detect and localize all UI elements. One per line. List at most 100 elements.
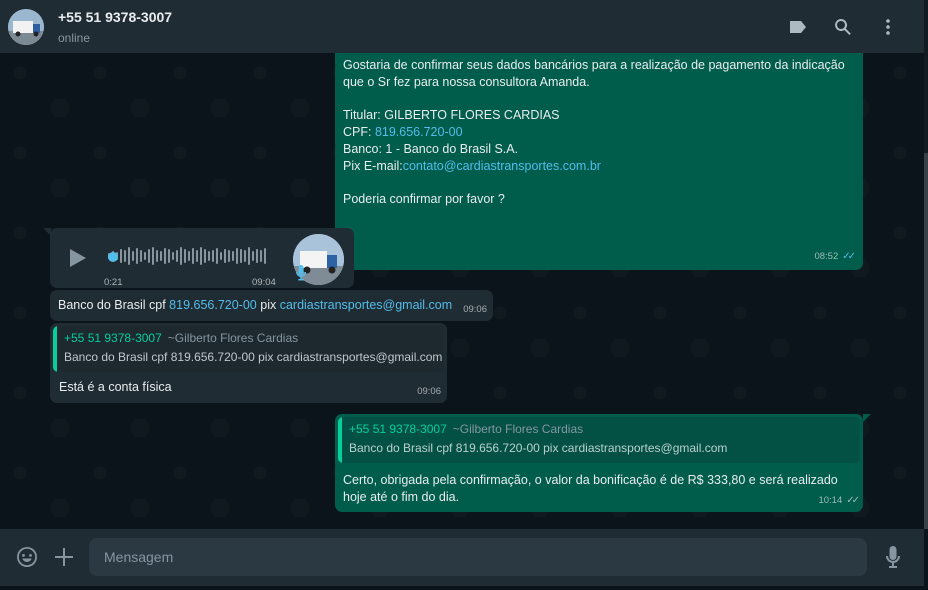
pix-line: Pix E-mail:contato@cardiastransportes.co… [343, 158, 853, 175]
cpf-link[interactable]: 819.656.720-00 [375, 125, 463, 139]
double-check-icon: ✓✓ [846, 495, 860, 506]
waveform-bar [212, 250, 214, 262]
waveform-bar [168, 249, 170, 263]
quote-text: Banco do Brasil cpf 819.656.720-00 pix c… [64, 350, 443, 364]
message-text-line: Certo, obrigada pela confirmação, o valo… [343, 473, 838, 487]
waveform-bar [252, 251, 254, 261]
waveform-bar [188, 251, 190, 261]
double-check-icon: ✓✓ [842, 251, 856, 262]
chat-header: +55 51 9378-3007 online [0, 0, 924, 53]
waveform-bar [264, 248, 266, 264]
incoming-reply-message[interactable]: +55 51 9378-3007 ~Gilberto Flores Cardias… [50, 323, 447, 403]
menu-button[interactable] [876, 15, 900, 39]
waveform-bar [228, 250, 230, 262]
waveform-bar [192, 248, 194, 264]
waveform-bar [236, 248, 238, 264]
holder-line: Titular: GILBERTO FLORES CARDIAS [343, 108, 560, 122]
waveform-bar [120, 249, 122, 263]
quoted-message[interactable]: +55 51 9378-3007 ~Gilberto Flores Cardias… [53, 326, 444, 372]
bubble-tail [863, 414, 871, 422]
label-icon [790, 20, 806, 33]
waveform-bar [204, 249, 206, 263]
email-link[interactable]: cardiastransportes@gmail.com [280, 298, 452, 312]
voice-message[interactable]: 0:21 09:04 [50, 228, 354, 288]
waveform-bar [124, 250, 126, 262]
message-input[interactable] [89, 538, 867, 576]
message-time: 09:06 [463, 304, 487, 315]
cpf-link[interactable]: 819.656.720-00 [169, 298, 257, 312]
waveform-bar [244, 250, 246, 262]
waveform-bar [232, 251, 234, 261]
message-time: 10:14 ✓✓ [818, 492, 860, 509]
contact-avatar[interactable] [8, 8, 44, 45]
waveform-bar [164, 248, 166, 264]
message-text: Banco do Brasil cpf [58, 298, 170, 312]
waveform-bar [172, 252, 174, 260]
bank-line: Banco: 1 - Banco do Brasil S.A. [343, 142, 519, 156]
composer [0, 529, 924, 586]
message-text: pix [256, 298, 280, 312]
incoming-message[interactable]: Banco do Brasil cpf 819.656.720-00 pix c… [50, 290, 493, 321]
pix-label: Pix E-mail: [343, 159, 403, 173]
waveform-bar [132, 251, 134, 261]
message-text: Está é a conta física [59, 380, 172, 394]
outgoing-message[interactable]: Gostaria de confirmar seus dados bancári… [335, 53, 863, 270]
message-time: 08:52 ✓✓ [814, 248, 856, 265]
quote-author: +55 51 9378-3007 ~Gilberto Flores Cardias [349, 421, 852, 438]
audio-waveform[interactable] [108, 246, 268, 266]
quoted-message[interactable]: +55 51 9378-3007 ~Gilberto Flores Cardias… [338, 417, 860, 463]
waveform-bar [224, 249, 226, 263]
contact-info[interactable]: +55 51 9378-3007 online [58, 8, 172, 46]
contact-status: online [58, 30, 91, 45]
scrollbar-thumb[interactable] [924, 153, 928, 529]
waveform-bar [256, 249, 258, 263]
waveform-bar [136, 248, 138, 264]
emoji-button[interactable] [14, 544, 40, 570]
waveform-bar [196, 250, 198, 262]
mic-icon [886, 546, 900, 568]
waveform-bar [208, 251, 210, 261]
time-label: 10:14 [818, 495, 843, 506]
message-time: 09:04 [252, 277, 276, 288]
message-text: Certo, obrigada pela confirmação, o valo… [338, 463, 860, 506]
waveform-bar [148, 249, 150, 263]
plus-icon [55, 548, 73, 566]
header-actions [765, 15, 900, 39]
pix-email-link[interactable]: contato@cardiastransportes.com.br [403, 159, 601, 173]
waveform-bar [176, 250, 178, 262]
play-button[interactable] [69, 248, 87, 273]
voice-record-button[interactable] [880, 544, 906, 570]
quote-author-number: +55 51 9378-3007 [64, 331, 162, 345]
window-edge [924, 0, 928, 53]
message-text-line: hoje até o fim do dia. [343, 490, 460, 504]
message-text-line: que o Sr fez para nossa consultora Amand… [343, 75, 590, 89]
time-label: 08:52 [814, 251, 839, 262]
message-time: 09:06 [417, 386, 441, 397]
contact-name: +55 51 9378-3007 [58, 8, 173, 25]
waveform-bar [152, 247, 154, 265]
question-line: Poderia confirmar por favor ? [343, 192, 505, 206]
waveform-bar [248, 247, 250, 265]
search-button[interactable] [831, 15, 855, 39]
quote-text: Banco do Brasil cpf 819.656.720-00 pix c… [349, 441, 728, 455]
waveform-bar [160, 251, 162, 261]
waveform-bar [200, 247, 202, 265]
message-list[interactable]: Gostaria de confirmar seus dados bancári… [0, 53, 924, 529]
audio-duration: 0:21 [104, 277, 123, 288]
quote-author-name: ~Gilberto Flores Cardias [452, 422, 584, 436]
waveform-bar [156, 250, 158, 262]
waveform-bar [180, 247, 182, 265]
waveform-bar [216, 248, 218, 264]
quote-author-name: ~Gilberto Flores Cardias [167, 331, 299, 345]
mic-icon [295, 265, 307, 286]
attach-button[interactable] [51, 544, 77, 570]
waveform-bar [240, 249, 242, 263]
menu-icon [886, 18, 890, 35]
waveform-bar [220, 252, 222, 260]
cpf-label: CPF: [343, 125, 375, 139]
waveform-bar [260, 250, 262, 262]
quote-author: +55 51 9378-3007 ~Gilberto Flores Cardias [64, 330, 436, 347]
audio-progress-knob[interactable] [108, 252, 118, 262]
label-button[interactable] [786, 15, 810, 39]
outgoing-reply-message[interactable]: +55 51 9378-3007 ~Gilberto Flores Cardias… [335, 414, 863, 512]
